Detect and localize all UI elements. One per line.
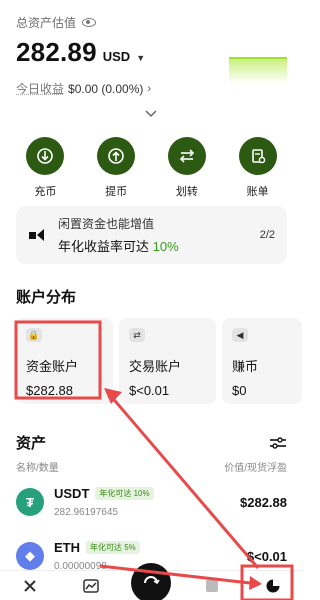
total-assets-label: 总资产估值 xyxy=(16,16,77,30)
speaker-icon: ◀ xyxy=(232,328,248,342)
eye-icon[interactable] xyxy=(82,18,97,27)
sparkline-chart xyxy=(229,57,287,84)
apy-badge: 年化可达 10% xyxy=(95,487,154,500)
promo-subtitle: 年化收益率可达 10% xyxy=(58,236,260,255)
tab-trade[interactable] xyxy=(131,562,172,600)
transfer-icon xyxy=(167,137,206,175)
usdt-icon: ₮ xyxy=(16,488,44,516)
promo-pager: 2/2 xyxy=(259,229,275,241)
col-name-qty[interactable]: 名称/数量 xyxy=(16,459,59,474)
bill-label: 账单 xyxy=(246,186,269,198)
asset-value: $<0.01 xyxy=(246,548,287,564)
tab-assets[interactable] xyxy=(253,573,293,599)
col-value-pnl[interactable]: 价值/现货浮盈 xyxy=(224,459,287,474)
asset-row-usdt[interactable]: ₮ USDT 年化可达 10% 282.96197645 $282.88 xyxy=(16,486,287,518)
pnl-value: $0.00 (0.00%) xyxy=(68,81,144,96)
assets-header: 资产 xyxy=(16,432,287,453)
deposit-label: 充币 xyxy=(34,186,57,198)
tab-discover[interactable] xyxy=(192,573,232,599)
account-value: $<0.01 xyxy=(129,383,170,398)
deposit-icon xyxy=(26,137,65,175)
filter-icon[interactable] xyxy=(269,436,287,450)
currency-selector[interactable]: USD xyxy=(103,49,130,64)
accounts-section-title: 账户分布 xyxy=(16,289,77,306)
tab-home[interactable] xyxy=(10,573,50,599)
promo-banner[interactable]: 闲置资金也能增值 年化收益率可达 10% 2/2 xyxy=(16,206,287,264)
quick-actions: 充币 提币 划转 账单 xyxy=(0,137,303,199)
promo-title: 闲置资金也能增值 xyxy=(58,217,155,231)
growth-icon xyxy=(29,229,44,241)
transfer-button[interactable]: 划转 xyxy=(157,137,217,199)
account-card-funding[interactable]: 🔒 资金账户 $282.88 xyxy=(16,318,113,404)
assets-title: 资产 xyxy=(16,435,47,452)
deposit-button[interactable]: 充币 xyxy=(15,137,75,199)
asset-quantity: 282.96197645 xyxy=(54,507,118,518)
account-value: $0 xyxy=(232,383,247,398)
caret-down-icon[interactable]: ▼ xyxy=(136,53,145,63)
pnl-label: 今日收益 xyxy=(16,82,65,96)
account-name: 赚币 xyxy=(232,359,259,374)
home-icon xyxy=(24,579,37,592)
asset-columns: 名称/数量 价值/现货浮盈 xyxy=(16,459,287,474)
asset-symbol: USDT xyxy=(54,486,90,501)
account-name: 交易账户 xyxy=(129,359,182,374)
bottom-tab-bar xyxy=(0,562,303,600)
today-pnl[interactable]: 今日收益 $0.00 (0.00%) › xyxy=(16,80,151,97)
withdraw-button[interactable]: 提币 xyxy=(86,137,146,199)
bill-icon xyxy=(238,137,277,175)
asset-symbol: ETH xyxy=(54,540,80,555)
grid-icon xyxy=(206,579,219,592)
balance-header: 总资产估值 282.89 USD ▼ xyxy=(16,14,287,84)
lock-icon: 🔒 xyxy=(26,328,42,342)
promo-rate: 10% xyxy=(152,239,179,254)
accounts-list: 🔒 资金账户 $282.88 ⇄ 交易账户 $<0.01 ◀ 赚币 $0 xyxy=(16,318,302,404)
account-value: $282.88 xyxy=(26,383,73,398)
swap-icon: ⇄ xyxy=(129,328,145,342)
account-card-earn[interactable]: ◀ 赚币 $0 xyxy=(222,318,302,404)
withdraw-label: 提币 xyxy=(105,186,128,198)
account-card-trading[interactable]: ⇄ 交易账户 $<0.01 xyxy=(119,318,216,404)
asset-value: $282.88 xyxy=(240,494,287,510)
bill-button[interactable]: 账单 xyxy=(228,137,288,199)
withdraw-icon xyxy=(97,137,136,175)
apy-badge: 年化可达 5% xyxy=(86,541,140,554)
account-name: 资金账户 xyxy=(26,359,79,374)
promo-subtitle-text: 年化收益率可达 xyxy=(58,239,153,254)
eth-icon: ◆ xyxy=(16,542,44,570)
transfer-label: 划转 xyxy=(175,186,198,198)
tab-markets[interactable] xyxy=(71,573,111,599)
chart-icon xyxy=(83,578,99,593)
total-balance: 282.89 xyxy=(16,37,97,67)
chevron-right-icon: › xyxy=(147,82,152,95)
chevron-down-icon[interactable] xyxy=(145,110,157,118)
pie-chart-icon xyxy=(266,579,280,592)
